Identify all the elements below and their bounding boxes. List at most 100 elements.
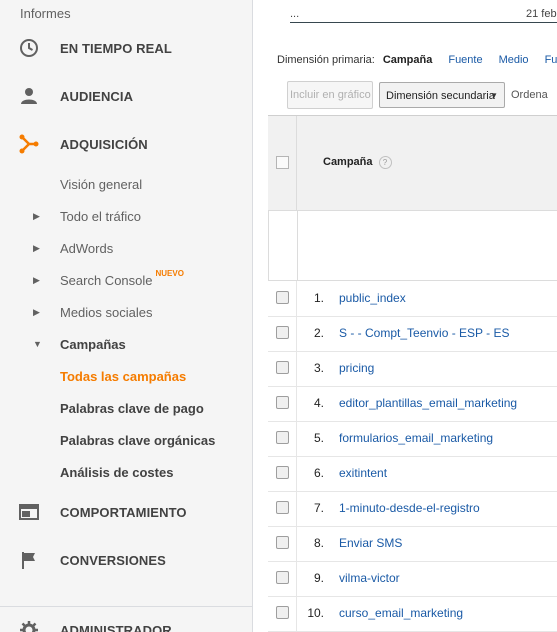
table-row: 1. public_index (268, 281, 557, 317)
sidebar-item-realtime[interactable]: EN TIEMPO REAL (0, 28, 252, 68)
sidebar-subitem-label: Campañas (60, 336, 126, 352)
table-row: 6. exitintent (268, 456, 557, 492)
collapse-arrow-icon: ▼ (33, 339, 42, 349)
row-number: 10. (307, 606, 324, 620)
sidebar-item-label: AUDIENCIA (60, 88, 134, 104)
chart-axis-ellipsis: ... (290, 8, 300, 20)
campaign-link[interactable]: editor_plantillas_email_marketing (339, 396, 517, 410)
gear-icon (18, 619, 40, 632)
sidebar-divider (0, 606, 252, 607)
sidebar-subitem-label: Search Console (60, 272, 153, 288)
sidebar-subitem-all-campaigns[interactable]: Todas las campañas (0, 362, 252, 390)
campaign-link[interactable]: Enviar SMS (339, 536, 402, 550)
campaign-link[interactable]: vilma-victor (339, 571, 400, 585)
column-separator (296, 561, 297, 596)
row-checkbox[interactable] (276, 536, 289, 549)
primary-dimension-option[interactable]: Fue (545, 54, 557, 66)
primary-dimension-option[interactable]: Medio (499, 54, 529, 66)
sidebar-subitem-label: Visión general (60, 176, 143, 192)
expand-arrow-icon: ▶ (33, 274, 40, 285)
table-header: Campaña? (268, 116, 557, 211)
sidebar-item-behavior[interactable]: COMPORTAMIENTO (0, 492, 252, 532)
row-checkbox[interactable] (276, 396, 289, 409)
campaign-link[interactable]: curso_email_marketing (339, 606, 463, 620)
table-row: 8. Enviar SMS (268, 526, 557, 562)
campaign-link[interactable]: formularios_email_marketing (339, 431, 493, 445)
sidebar-subitem-label-wrap: Search Console NUEVO (60, 269, 184, 288)
secondary-dimension-select[interactable]: Dimensión secundaria ▼ (379, 82, 505, 108)
include-in-chart-button[interactable]: Incluir en gráfico (287, 81, 373, 109)
row-number: 1. (313, 291, 324, 305)
primary-dimension-option[interactable]: Fuente (448, 54, 482, 66)
sidebar-item-label: ADMINISTRADOR (60, 622, 172, 632)
campaign-link[interactable]: 1-minuto-desde-el-registro (339, 501, 480, 515)
select-all-checkbox[interactable] (276, 156, 289, 169)
expand-arrow-icon: ▶ (33, 210, 40, 221)
sidebar-subitem-social[interactable]: ▶ Medios sociales (0, 298, 252, 326)
campaign-link[interactable]: exitintent (339, 466, 387, 480)
column-header-label: Campaña (323, 156, 373, 168)
clock-icon (18, 37, 40, 59)
sidebar-item-label: EN TIEMPO REAL (60, 40, 172, 56)
row-number: 5. (313, 431, 324, 445)
sidebar-item-acquisition[interactable]: ADQUISICIÓN (0, 124, 252, 164)
row-number: 6. (313, 466, 324, 480)
sidebar-subitem-cost-analysis[interactable]: Análisis de costes (0, 458, 252, 486)
column-separator (296, 386, 297, 421)
sidebar-item-admin[interactable]: ADMINISTRADOR (0, 610, 252, 632)
sidebar-subitem-adwords[interactable]: ▶ AdWords (0, 234, 252, 262)
sidebar-subitem-all-traffic[interactable]: ▶ Todo el tráfico (0, 202, 252, 230)
row-checkbox[interactable] (276, 466, 289, 479)
sidebar-item-audience[interactable]: AUDIENCIA (0, 76, 252, 116)
sidebar-subitem-paid-keywords[interactable]: Palabras clave de pago (0, 394, 252, 422)
chevron-down-icon: ▼ (490, 91, 498, 100)
new-badge: NUEVO (155, 268, 184, 278)
row-number: 7. (313, 501, 324, 515)
row-checkbox[interactable] (276, 606, 289, 619)
sidebar-item-conversions[interactable]: CONVERSIONES (0, 540, 252, 580)
sidebar-subitem-label: Todas las campañas (60, 368, 187, 384)
table-toolbar: Incluir en gráfico Dimensión secundaria … (287, 80, 548, 110)
help-icon[interactable]: ? (378, 156, 392, 169)
row-checkbox[interactable] (276, 291, 289, 304)
column-header-campaign[interactable]: Campaña? (323, 156, 392, 169)
chart-area (290, 0, 557, 23)
primary-dimension-bar: Dimensión primaria: Campaña Fuente Medio… (277, 54, 557, 66)
sidebar-subitem-label: AdWords (60, 240, 114, 256)
column-separator (296, 491, 297, 526)
row-checkbox[interactable] (276, 501, 289, 514)
primary-dimension-selected[interactable]: Campaña (383, 54, 433, 66)
row-checkbox[interactable] (276, 571, 289, 584)
row-number: 9. (313, 571, 324, 585)
sidebar-subitem-overview[interactable]: Visión general (0, 170, 252, 198)
chart-axis-date: 21 feb (526, 8, 557, 20)
row-checkbox[interactable] (276, 431, 289, 444)
row-number: 2. (313, 326, 324, 340)
sidebar: Informes EN TIEMPO REAL AUDIENCIA ADQUIS… (0, 0, 253, 632)
sidebar-subitem-label: Medios sociales (60, 304, 153, 320)
sidebar-subitem-label: Palabras clave orgánicas (60, 432, 216, 448)
table-row: 3. pricing (268, 351, 557, 387)
column-separator (297, 211, 298, 280)
sidebar-subitem-label: Palabras clave de pago (60, 400, 204, 416)
table-summary-row (268, 211, 557, 281)
table-row: 10. curso_email_marketing (268, 596, 557, 632)
row-checkbox[interactable] (276, 326, 289, 339)
table-row: 5. formularios_email_marketing (268, 421, 557, 457)
acquisition-icon (18, 133, 40, 155)
campaign-link[interactable]: pricing (339, 361, 374, 375)
sidebar-header: Informes (20, 6, 71, 21)
campaign-link[interactable]: S - - Compt_Teenvio - ESP - ES (339, 326, 510, 340)
row-checkbox[interactable] (276, 361, 289, 374)
column-separator (296, 281, 297, 316)
table-row: 4. editor_plantillas_email_marketing (268, 386, 557, 422)
sidebar-item-label: COMPORTAMIENTO (60, 504, 187, 520)
sidebar-subitem-search-console[interactable]: ▶ Search Console NUEVO (0, 266, 252, 294)
sidebar-subitem-organic-keywords[interactable]: Palabras clave orgánicas (0, 426, 252, 454)
campaign-link[interactable]: public_index (339, 291, 406, 305)
sidebar-subitem-label: Análisis de costes (60, 464, 174, 480)
row-number: 3. (313, 361, 324, 375)
column-separator (296, 316, 297, 351)
sidebar-subitem-campaigns[interactable]: ▼ Campañas (0, 330, 252, 358)
column-separator (296, 351, 297, 386)
